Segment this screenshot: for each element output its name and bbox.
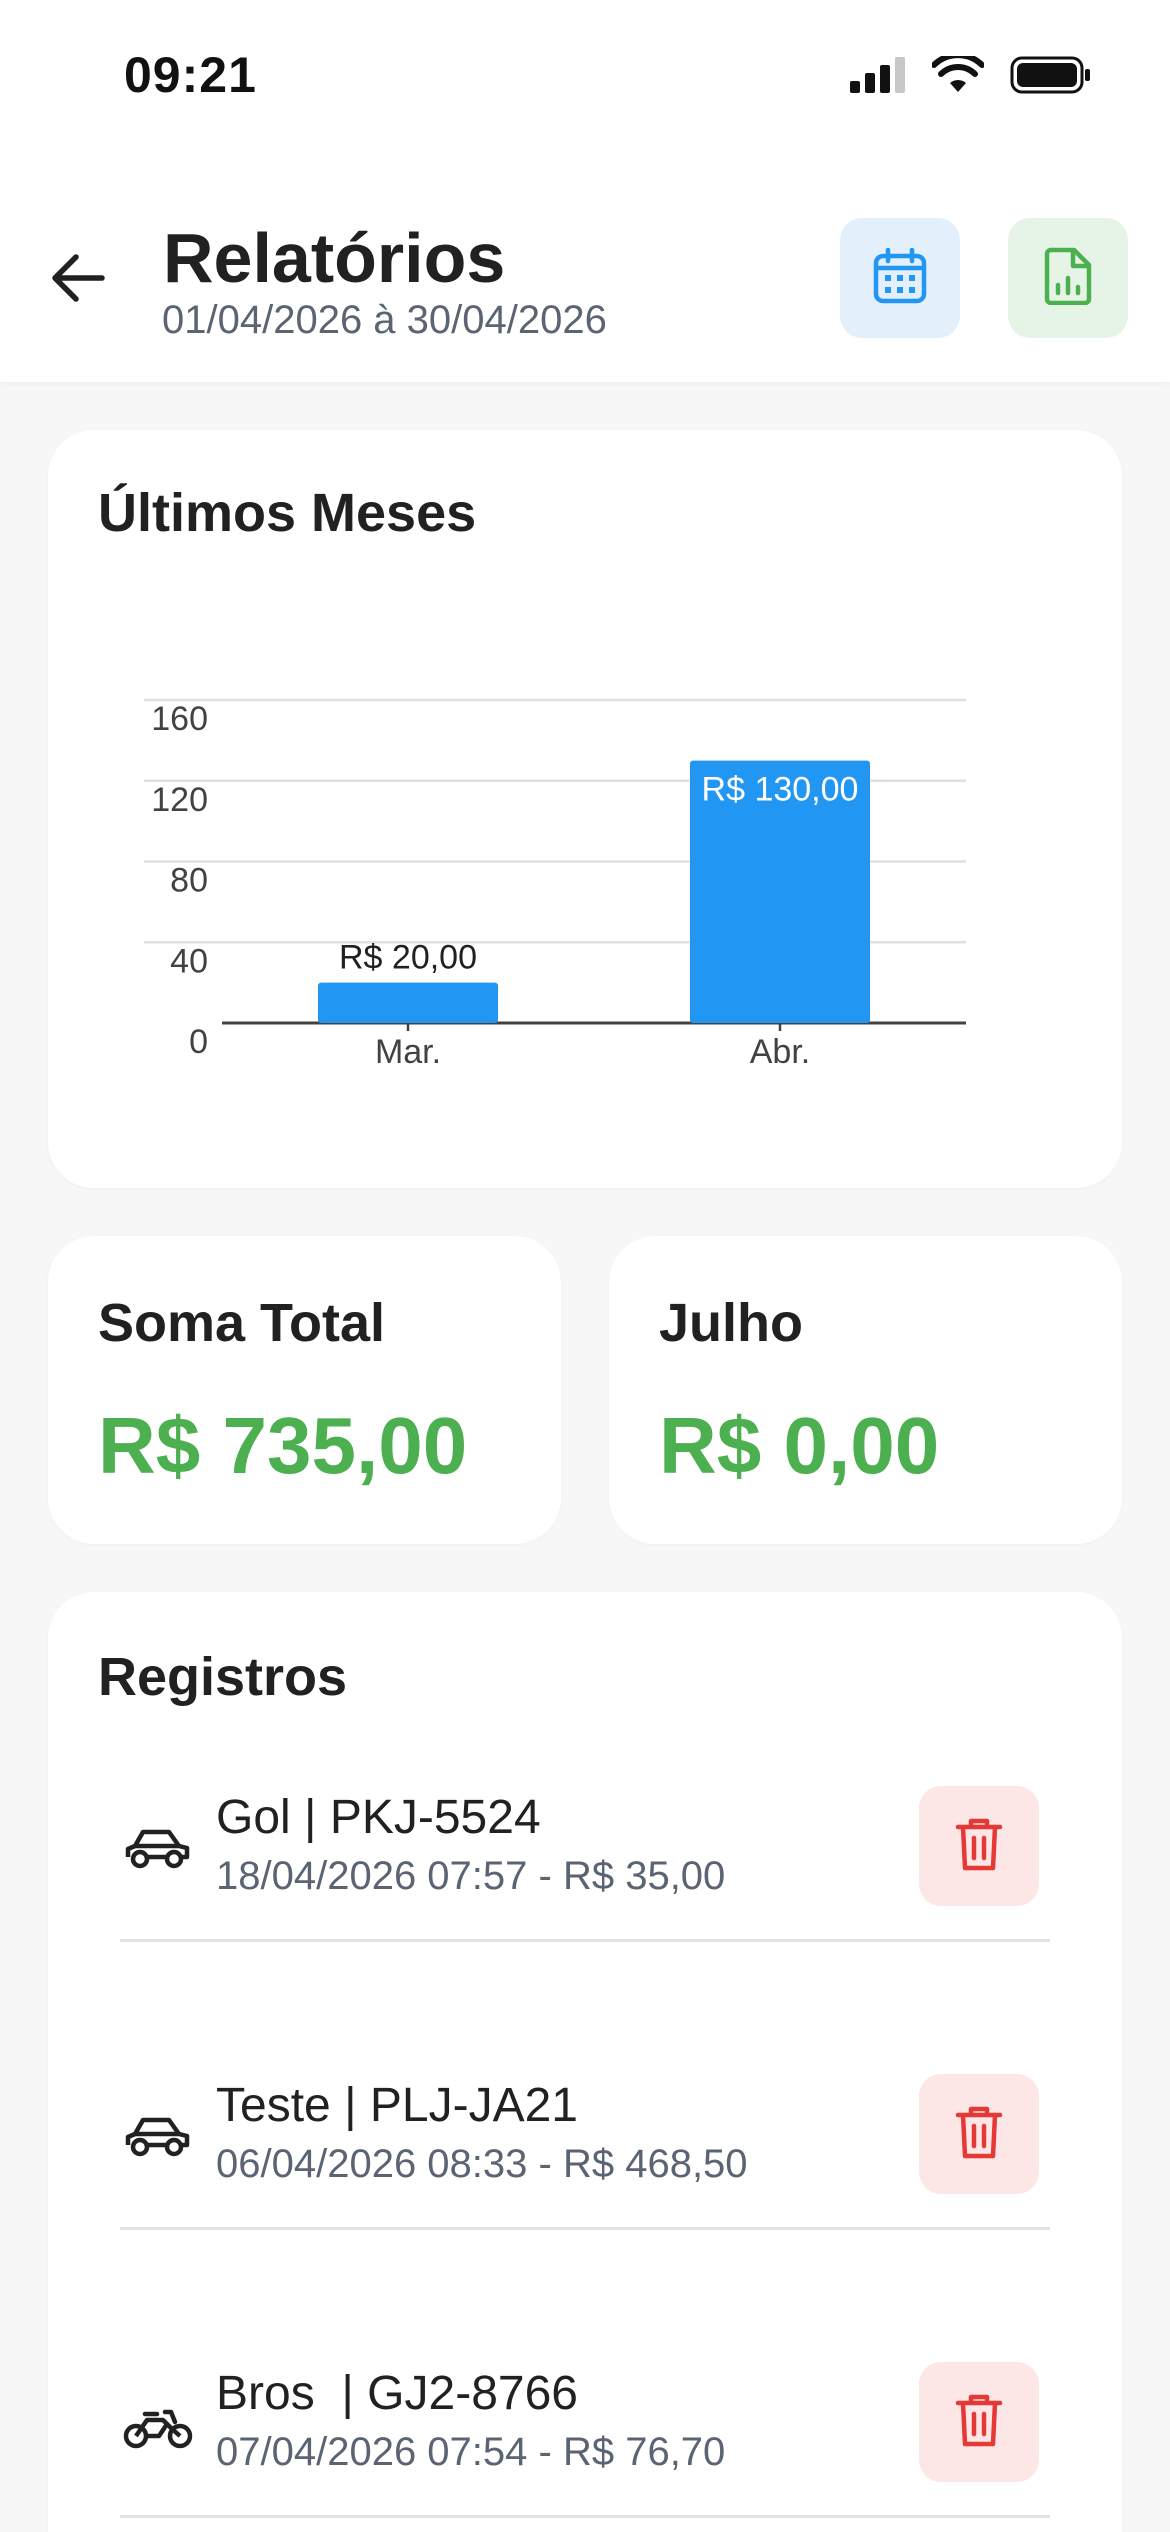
record-title: Gol | PKJ-5524 (216, 1791, 541, 1844)
record-subtitle: 06/04/2026 08:33 - R$ 468,50 (216, 2142, 748, 2186)
month-sum-card: Julho R$ 0,00 (609, 1236, 1122, 1544)
record-title: Teste | PLJ-JA21 (216, 2079, 578, 2132)
record-title: Bros | GJ2-8766 (216, 2367, 578, 2420)
calendar-button[interactable] (840, 218, 960, 338)
app-header: Relatórios 01/04/2026 à 30/04/2026 (0, 160, 1170, 382)
status-bar: 09:21 (0, 0, 1170, 160)
car-icon (120, 2106, 196, 2166)
wifi-icon (931, 52, 985, 99)
records-card: Registros Gol | PKJ-5524 18/04/2026 07:5… (48, 1592, 1122, 2532)
trash-icon (955, 2104, 1003, 2165)
y-tick-label: 120 (151, 781, 208, 819)
y-tick-label: 0 (189, 1023, 208, 1061)
x-tick-label: Mar. (375, 1033, 441, 1071)
data-label: R$ 20,00 (339, 939, 477, 977)
data-label: R$ 130,00 (702, 771, 859, 809)
delete-button[interactable] (919, 2074, 1039, 2194)
total-value: R$ 735,00 (98, 1401, 468, 1490)
month-value: R$ 0,00 (659, 1401, 940, 1490)
month-label: Julho (659, 1293, 803, 1353)
bar (318, 982, 498, 1023)
record-item[interactable]: Gol | PKJ-5524 18/04/2026 07:57 - R$ 35,… (120, 1756, 1050, 1942)
delete-button[interactable] (919, 1786, 1039, 1906)
battery-icon (1010, 56, 1092, 99)
trash-icon (955, 1816, 1003, 1877)
y-tick-label: 40 (170, 942, 208, 980)
spreadsheet-chart-icon (1044, 247, 1092, 310)
y-tick-label: 160 (151, 700, 208, 738)
status-time: 09:21 (124, 47, 257, 103)
car-icon (120, 1818, 196, 1878)
record-subtitle: 18/04/2026 07:57 - R$ 35,00 (216, 1854, 726, 1898)
x-tick-label: Abr. (750, 1033, 810, 1071)
motorcycle-icon (120, 2394, 196, 2454)
calendar-icon (873, 247, 927, 309)
export-report-button[interactable] (1008, 218, 1128, 338)
total-label: Soma Total (98, 1293, 386, 1353)
record-subtitle: 07/04/2026 07:54 - R$ 76,70 (216, 2430, 726, 2474)
arrow-left-icon (50, 253, 106, 308)
page-title: Relatórios (163, 219, 506, 297)
bar-chart: 0 40 80 120 160 Mar. R$ 20,00 Abr. R$ 130,00 (144, 698, 966, 1071)
record-item[interactable]: Teste | PLJ-JA21 06/04/2026 08:33 - R$ 4… (120, 2044, 1050, 2230)
y-tick-label: 80 (170, 862, 208, 900)
trash-icon (955, 2392, 1003, 2453)
status-icons (850, 52, 1092, 99)
signal-icon (850, 57, 906, 98)
record-item[interactable]: Bros | GJ2-8766 07/04/2026 07:54 - R$ 76… (120, 2332, 1050, 2518)
total-sum-card: Soma Total R$ 735,00 (48, 1236, 561, 1544)
records-title: Registros (98, 1647, 348, 1707)
back-button[interactable] (44, 246, 112, 314)
delete-button[interactable] (919, 2362, 1039, 2482)
date-range: 01/04/2026 à 30/04/2026 (162, 298, 607, 342)
chart-card: Últimos Meses 0 40 80 120 160 Mar. R$ 20,00 Abr… (48, 430, 1122, 1188)
